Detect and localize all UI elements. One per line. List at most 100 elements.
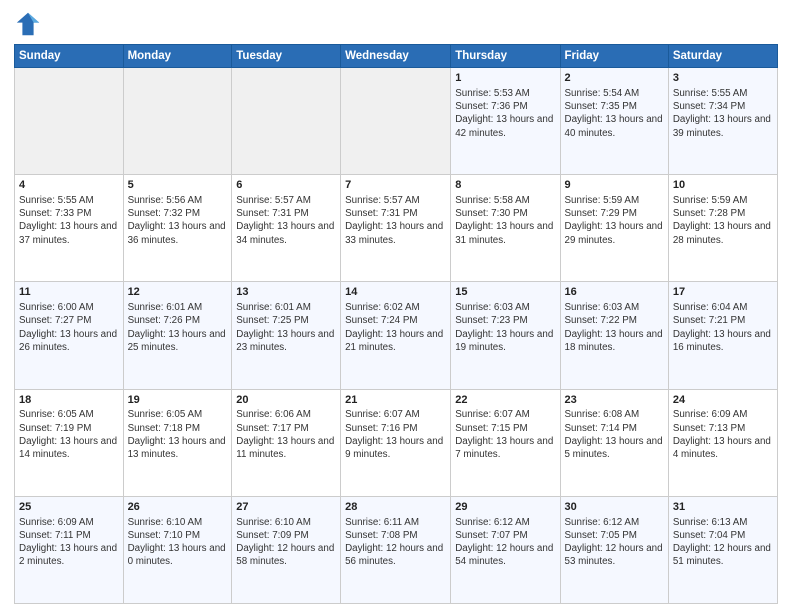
sunset-label: Sunset: 7:21 PM (673, 315, 745, 326)
day-number: 31 (673, 500, 773, 515)
daylight-label: Daylight: 13 hours and 39 minutes. (673, 114, 771, 138)
day-number: 15 (455, 285, 555, 300)
sunset-label: Sunset: 7:29 PM (565, 208, 637, 219)
sunset-label: Sunset: 7:14 PM (565, 423, 637, 434)
calendar-cell: 27 Sunrise: 6:10 AM Sunset: 7:09 PM Dayl… (232, 496, 341, 603)
sunset-label: Sunset: 7:10 PM (128, 530, 200, 541)
weekday-row: SundayMondayTuesdayWednesdayThursdayFrid… (15, 45, 778, 68)
sunrise-label: Sunrise: 5:57 AM (236, 195, 311, 206)
day-number: 26 (128, 500, 228, 515)
sunrise-label: Sunrise: 5:55 AM (673, 88, 748, 99)
calendar-cell: 15 Sunrise: 6:03 AM Sunset: 7:23 PM Dayl… (451, 282, 560, 389)
sunset-label: Sunset: 7:32 PM (128, 208, 200, 219)
calendar-cell: 5 Sunrise: 5:56 AM Sunset: 7:32 PM Dayli… (123, 175, 232, 282)
logo-icon (14, 10, 42, 38)
calendar-cell: 17 Sunrise: 6:04 AM Sunset: 7:21 PM Dayl… (668, 282, 777, 389)
day-number: 10 (673, 178, 773, 193)
daylight-label: Daylight: 13 hours and 31 minutes. (455, 221, 553, 245)
sunrise-label: Sunrise: 6:07 AM (345, 409, 420, 420)
calendar-cell: 6 Sunrise: 5:57 AM Sunset: 7:31 PM Dayli… (232, 175, 341, 282)
sunset-label: Sunset: 7:05 PM (565, 530, 637, 541)
calendar-cell: 19 Sunrise: 6:05 AM Sunset: 7:18 PM Dayl… (123, 389, 232, 496)
day-number: 25 (19, 500, 119, 515)
day-number: 1 (455, 71, 555, 86)
daylight-label: Daylight: 13 hours and 25 minutes. (128, 329, 226, 353)
sunrise-label: Sunrise: 6:09 AM (19, 517, 94, 528)
sunset-label: Sunset: 7:04 PM (673, 530, 745, 541)
calendar-body: 1 Sunrise: 5:53 AM Sunset: 7:36 PM Dayli… (15, 68, 778, 604)
day-number: 24 (673, 393, 773, 408)
daylight-label: Daylight: 12 hours and 58 minutes. (236, 543, 334, 567)
daylight-label: Daylight: 13 hours and 13 minutes. (128, 436, 226, 460)
calendar-header: SundayMondayTuesdayWednesdayThursdayFrid… (15, 45, 778, 68)
logo (14, 10, 46, 38)
daylight-label: Daylight: 13 hours and 28 minutes. (673, 221, 771, 245)
calendar-cell: 31 Sunrise: 6:13 AM Sunset: 7:04 PM Dayl… (668, 496, 777, 603)
day-number: 6 (236, 178, 336, 193)
sunset-label: Sunset: 7:11 PM (19, 530, 91, 541)
sunset-label: Sunset: 7:24 PM (345, 315, 417, 326)
calendar-cell: 16 Sunrise: 6:03 AM Sunset: 7:22 PM Dayl… (560, 282, 668, 389)
calendar-cell (123, 68, 232, 175)
calendar-cell (15, 68, 124, 175)
calendar-cell: 1 Sunrise: 5:53 AM Sunset: 7:36 PM Dayli… (451, 68, 560, 175)
day-number: 2 (565, 71, 664, 86)
sunset-label: Sunset: 7:15 PM (455, 423, 527, 434)
calendar-cell: 4 Sunrise: 5:55 AM Sunset: 7:33 PM Dayli… (15, 175, 124, 282)
sunrise-label: Sunrise: 6:10 AM (128, 517, 203, 528)
daylight-label: Daylight: 13 hours and 7 minutes. (455, 436, 553, 460)
sunset-label: Sunset: 7:22 PM (565, 315, 637, 326)
sunrise-label: Sunrise: 6:05 AM (19, 409, 94, 420)
sunrise-label: Sunrise: 6:12 AM (565, 517, 640, 528)
header (14, 10, 778, 38)
sunrise-label: Sunrise: 6:05 AM (128, 409, 203, 420)
sunrise-label: Sunrise: 6:00 AM (19, 302, 94, 313)
calendar-cell: 10 Sunrise: 5:59 AM Sunset: 7:28 PM Dayl… (668, 175, 777, 282)
calendar: SundayMondayTuesdayWednesdayThursdayFrid… (14, 44, 778, 604)
daylight-label: Daylight: 13 hours and 26 minutes. (19, 329, 117, 353)
calendar-cell: 11 Sunrise: 6:00 AM Sunset: 7:27 PM Dayl… (15, 282, 124, 389)
day-number: 30 (565, 500, 664, 515)
day-number: 17 (673, 285, 773, 300)
calendar-cell: 22 Sunrise: 6:07 AM Sunset: 7:15 PM Dayl… (451, 389, 560, 496)
day-number: 23 (565, 393, 664, 408)
calendar-week-row: 1 Sunrise: 5:53 AM Sunset: 7:36 PM Dayli… (15, 68, 778, 175)
day-number: 27 (236, 500, 336, 515)
sunrise-label: Sunrise: 5:59 AM (565, 195, 640, 206)
daylight-label: Daylight: 13 hours and 29 minutes. (565, 221, 663, 245)
daylight-label: Daylight: 13 hours and 0 minutes. (128, 543, 226, 567)
calendar-cell: 3 Sunrise: 5:55 AM Sunset: 7:34 PM Dayli… (668, 68, 777, 175)
calendar-cell: 21 Sunrise: 6:07 AM Sunset: 7:16 PM Dayl… (341, 389, 451, 496)
sunset-label: Sunset: 7:17 PM (236, 423, 308, 434)
sunset-label: Sunset: 7:07 PM (455, 530, 527, 541)
daylight-label: Daylight: 13 hours and 11 minutes. (236, 436, 334, 460)
day-number: 8 (455, 178, 555, 193)
calendar-cell: 7 Sunrise: 5:57 AM Sunset: 7:31 PM Dayli… (341, 175, 451, 282)
sunset-label: Sunset: 7:26 PM (128, 315, 200, 326)
calendar-cell: 2 Sunrise: 5:54 AM Sunset: 7:35 PM Dayli… (560, 68, 668, 175)
sunset-label: Sunset: 7:23 PM (455, 315, 527, 326)
sunrise-label: Sunrise: 5:54 AM (565, 88, 640, 99)
sunset-label: Sunset: 7:30 PM (455, 208, 527, 219)
weekday-header: Thursday (451, 45, 560, 68)
sunrise-label: Sunrise: 6:09 AM (673, 409, 748, 420)
daylight-label: Daylight: 13 hours and 9 minutes. (345, 436, 443, 460)
daylight-label: Daylight: 13 hours and 18 minutes. (565, 329, 663, 353)
weekday-header: Tuesday (232, 45, 341, 68)
sunrise-label: Sunrise: 6:08 AM (565, 409, 640, 420)
sunset-label: Sunset: 7:13 PM (673, 423, 745, 434)
calendar-cell: 23 Sunrise: 6:08 AM Sunset: 7:14 PM Dayl… (560, 389, 668, 496)
day-number: 22 (455, 393, 555, 408)
daylight-label: Daylight: 13 hours and 34 minutes. (236, 221, 334, 245)
weekday-header: Sunday (15, 45, 124, 68)
sunrise-label: Sunrise: 6:03 AM (455, 302, 530, 313)
calendar-week-row: 18 Sunrise: 6:05 AM Sunset: 7:19 PM Dayl… (15, 389, 778, 496)
daylight-label: Daylight: 12 hours and 53 minutes. (565, 543, 663, 567)
sunrise-label: Sunrise: 5:53 AM (455, 88, 530, 99)
daylight-label: Daylight: 12 hours and 56 minutes. (345, 543, 443, 567)
day-number: 18 (19, 393, 119, 408)
daylight-label: Daylight: 13 hours and 4 minutes. (673, 436, 771, 460)
daylight-label: Daylight: 13 hours and 37 minutes. (19, 221, 117, 245)
daylight-label: Daylight: 13 hours and 2 minutes. (19, 543, 117, 567)
sunset-label: Sunset: 7:36 PM (455, 101, 527, 112)
